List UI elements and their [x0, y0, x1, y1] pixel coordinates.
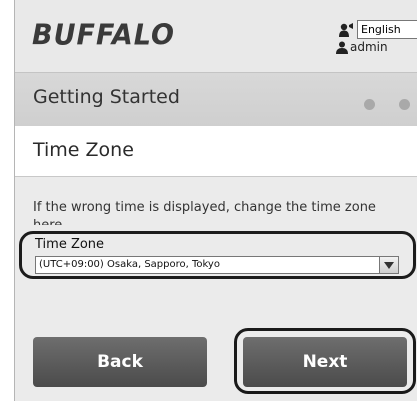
timezone-field-group: Time Zone (UTC+09:00) Osaka, Sapporo, To…: [19, 231, 416, 279]
info-text: If the wrong time is displayed, change t…: [33, 200, 376, 225]
app-window: BUFFALO English admin Getting Started Ti…: [14, 0, 417, 401]
user-icon: [336, 41, 348, 54]
chevron-down-icon: [384, 261, 394, 269]
step-indicator-dot: [399, 99, 410, 110]
language-select[interactable]: English: [357, 20, 417, 39]
language-selector[interactable]: English: [338, 20, 417, 39]
brand-logo: BUFFALO: [32, 19, 176, 52]
content-area: If the wrong time is displayed, change t…: [15, 177, 417, 401]
page-title: Getting Started: [33, 86, 180, 108]
timezone-select[interactable]: (UTC+09:00) Osaka, Sapporo, Tokyo: [35, 256, 380, 274]
header: BUFFALO English admin: [15, 0, 417, 72]
current-user: admin: [336, 40, 388, 54]
timezone-select-wrapper[interactable]: (UTC+09:00) Osaka, Sapporo, Tokyo: [35, 256, 399, 274]
timezone-label: Time Zone: [35, 237, 105, 252]
user-name: admin: [350, 40, 388, 54]
section-title: Time Zone: [33, 139, 134, 161]
section-header: Time Zone: [15, 126, 417, 177]
step-indicator-dot: [364, 99, 375, 110]
back-button[interactable]: Back: [33, 337, 207, 387]
page-titlebar: Getting Started: [15, 72, 417, 127]
language-speaker-icon: [339, 22, 353, 37]
timezone-dropdown-button[interactable]: [380, 256, 399, 274]
next-button[interactable]: Next: [243, 337, 407, 387]
